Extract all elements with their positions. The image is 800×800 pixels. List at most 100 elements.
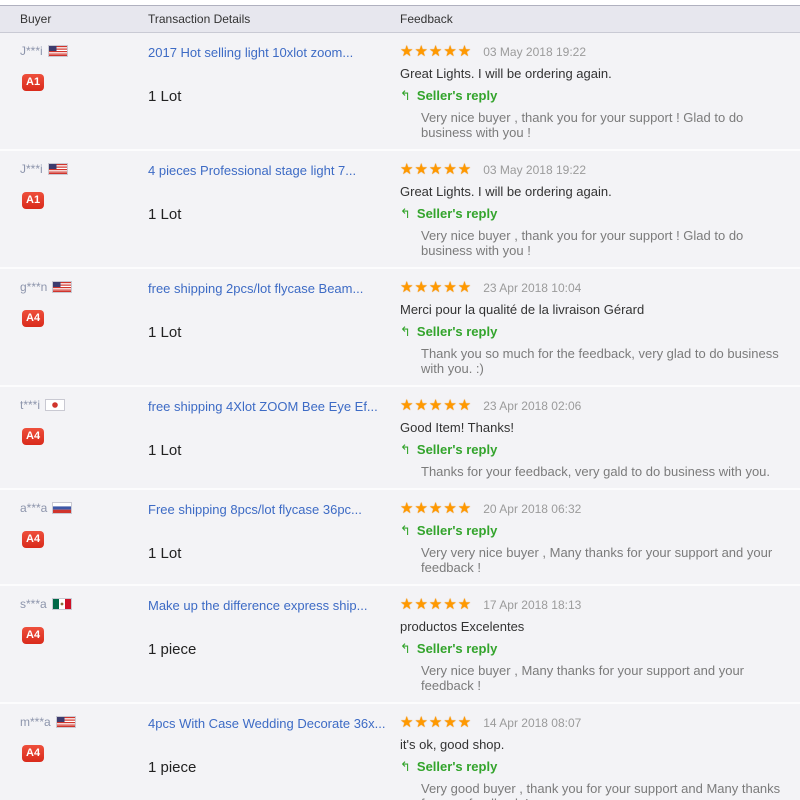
sellers-reply-title: Seller's reply bbox=[416, 324, 498, 339]
flag-us-icon bbox=[47, 163, 68, 175]
sellers-reply-text: Thank you so much for the feedback, very… bbox=[421, 346, 779, 376]
feedback-row: g***n A4 free shipping 2pcs/lot flycase … bbox=[0, 269, 800, 387]
buyer-name: J***i bbox=[20, 162, 43, 176]
transaction-cell: Make up the difference express ship... 1… bbox=[148, 597, 400, 693]
transaction-title-link[interactable]: Make up the difference express ship... bbox=[148, 598, 367, 613]
feedback-comment: Great Lights. I will be ordering again. bbox=[400, 184, 612, 199]
feedback-row: J***i A1 4 pieces Professional stage lig… bbox=[0, 151, 800, 269]
buyer-cell: J***i A1 bbox=[0, 162, 148, 258]
buyer-cell: t***i A4 bbox=[0, 398, 148, 479]
transaction-cell: 4 pieces Professional stage light 7... 1… bbox=[148, 162, 400, 258]
feedback-date: 03 May 2018 19:22 bbox=[483, 44, 586, 59]
reply-arrow-icon: ↰ bbox=[400, 442, 411, 457]
sellers-reply-text: Very good buyer , thank you for your sup… bbox=[421, 781, 781, 800]
buyer-cell: s***a A4 bbox=[0, 597, 148, 693]
transaction-title-link[interactable]: 4 pieces Professional stage light 7... bbox=[148, 163, 356, 178]
feedback-comment: Great Lights. I will be ordering again. bbox=[400, 66, 612, 81]
flag-us-icon bbox=[47, 45, 68, 57]
feedback-comment: it's ok, good shop. bbox=[400, 737, 505, 752]
buyer-rank-badge: A4 bbox=[22, 531, 45, 548]
feedback-row: J***i A1 2017 Hot selling light 10xlot z… bbox=[0, 33, 800, 151]
header-transaction-details: Transaction Details bbox=[148, 12, 251, 26]
sellers-reply-label: ↰ Seller's reply bbox=[400, 88, 788, 104]
buyer-rank-badge: A4 bbox=[22, 310, 45, 327]
transaction-title-link[interactable]: free shipping 2pcs/lot flycase Beam... bbox=[148, 281, 363, 296]
transaction-quantity: 1 Lot bbox=[148, 545, 182, 562]
sellers-reply-text: Very very nice buyer , Many thanks for y… bbox=[421, 545, 773, 575]
sellers-reply-label: ↰ Seller's reply bbox=[400, 641, 788, 657]
feedback-cell: ★★★★★ 23 Apr 2018 02:06 Good Item! Thank… bbox=[400, 398, 800, 479]
transaction-quantity: 1 piece bbox=[148, 641, 197, 658]
sellers-reply-label: ↰ Seller's reply bbox=[400, 324, 788, 340]
buyer-name: t***i bbox=[20, 398, 41, 412]
reply-arrow-icon: ↰ bbox=[400, 523, 411, 538]
feedback-date: 17 Apr 2018 18:13 bbox=[483, 597, 582, 612]
reply-arrow-icon: ↰ bbox=[400, 759, 411, 774]
feedback-row: a***a A4 Free shipping 8pcs/lot flycase … bbox=[0, 490, 800, 586]
feedback-date: 14 Apr 2018 08:07 bbox=[483, 715, 582, 730]
transaction-title-link[interactable]: Free shipping 8pcs/lot flycase 36pc... bbox=[148, 502, 362, 517]
feedback-row: m***a A4 4pcs With Case Wedding Decorate… bbox=[0, 704, 800, 800]
feedback-row: s***a A4 Make up the difference express … bbox=[0, 586, 800, 704]
feedback-cell: ★★★★★ 03 May 2018 19:22 Great Lights. I … bbox=[400, 44, 800, 140]
star-rating-icon: ★★★★★ bbox=[400, 500, 473, 517]
sellers-reply-label: ↰ Seller's reply bbox=[400, 523, 788, 539]
feedback-comment: Merci pour la qualité de la livraison Gé… bbox=[400, 302, 645, 317]
reply-arrow-icon: ↰ bbox=[400, 206, 411, 221]
star-rating-icon: ★★★★★ bbox=[400, 161, 473, 178]
reply-arrow-icon: ↰ bbox=[400, 324, 411, 339]
transaction-quantity: 1 Lot bbox=[148, 88, 182, 105]
feedback-cell: ★★★★★ 14 Apr 2018 08:07 it's ok, good sh… bbox=[400, 715, 800, 800]
feedback-cell: ★★★★★ 23 Apr 2018 10:04 Merci pour la qu… bbox=[400, 280, 800, 376]
transaction-title-link[interactable]: 4pcs With Case Wedding Decorate 36x... bbox=[148, 716, 386, 731]
table-header: Buyer Transaction Details Feedback bbox=[0, 6, 800, 33]
buyer-rank-badge: A4 bbox=[22, 745, 45, 762]
feedback-row: t***i A4 free shipping 4Xlot ZOOM Bee Ey… bbox=[0, 387, 800, 490]
buyer-name: g***n bbox=[20, 280, 48, 294]
feedback-date: 23 Apr 2018 10:04 bbox=[483, 280, 582, 295]
sellers-reply-text: Very nice buyer , Many thanks for your s… bbox=[421, 663, 745, 693]
feedback-comment: Good Item! Thanks! bbox=[400, 420, 514, 435]
flag-japan-icon bbox=[45, 399, 66, 411]
buyer-cell: g***n A4 bbox=[0, 280, 148, 376]
transaction-title-link[interactable]: free shipping 4Xlot ZOOM Bee Eye Ef... bbox=[148, 399, 378, 414]
feedback-cell: ★★★★★ 20 Apr 2018 06:32 ↰ Seller's reply … bbox=[400, 501, 800, 575]
sellers-reply-title: Seller's reply bbox=[416, 641, 498, 656]
transaction-cell: Free shipping 8pcs/lot flycase 36pc... 1… bbox=[148, 501, 400, 575]
sellers-reply-text: Very nice buyer , thank you for your sup… bbox=[421, 110, 744, 140]
transaction-quantity: 1 Lot bbox=[148, 442, 182, 459]
sellers-reply-title: Seller's reply bbox=[416, 206, 498, 221]
feedback-cell: ★★★★★ 17 Apr 2018 18:13 productos Excele… bbox=[400, 597, 800, 693]
feedback-date: 03 May 2018 19:22 bbox=[483, 162, 586, 177]
buyer-cell: J***i A1 bbox=[0, 44, 148, 140]
buyer-name: a***a bbox=[20, 501, 48, 515]
buyer-rank-badge: A1 bbox=[22, 192, 45, 209]
feedback-cell: ★★★★★ 03 May 2018 19:22 Great Lights. I … bbox=[400, 162, 800, 258]
flag-russia-icon bbox=[52, 502, 73, 514]
sellers-reply-title: Seller's reply bbox=[416, 442, 498, 457]
buyer-rank-badge: A4 bbox=[22, 627, 45, 644]
buyer-name: s***a bbox=[20, 597, 47, 611]
sellers-reply-title: Seller's reply bbox=[416, 759, 498, 774]
buyer-cell: m***a A4 bbox=[0, 715, 148, 800]
flag-us-icon bbox=[55, 716, 76, 728]
flag-mexico-icon bbox=[51, 598, 72, 610]
buyer-rank-badge: A4 bbox=[22, 428, 45, 445]
transaction-title-link[interactable]: 2017 Hot selling light 10xlot zoom... bbox=[148, 45, 353, 60]
transaction-cell: 2017 Hot selling light 10xlot zoom... 1 … bbox=[148, 44, 400, 140]
feedback-date: 23 Apr 2018 02:06 bbox=[483, 398, 582, 413]
sellers-reply-label: ↰ Seller's reply bbox=[400, 442, 788, 458]
header-buyer: Buyer bbox=[20, 12, 52, 26]
star-rating-icon: ★★★★★ bbox=[400, 714, 473, 731]
star-rating-icon: ★★★★★ bbox=[400, 43, 473, 60]
feedback-table: Buyer Transaction Details Feedback J***i… bbox=[0, 5, 800, 800]
sellers-reply-label: ↰ Seller's reply bbox=[400, 206, 788, 222]
star-rating-icon: ★★★★★ bbox=[400, 397, 473, 414]
feedback-comment: productos Excelentes bbox=[400, 619, 525, 634]
sellers-reply-label: ↰ Seller's reply bbox=[400, 759, 788, 775]
reply-arrow-icon: ↰ bbox=[400, 641, 411, 656]
sellers-reply-text: Very nice buyer , thank you for your sup… bbox=[421, 228, 744, 258]
transaction-quantity: 1 Lot bbox=[148, 324, 182, 341]
flag-us-icon bbox=[52, 281, 73, 293]
transaction-quantity: 1 piece bbox=[148, 759, 197, 776]
